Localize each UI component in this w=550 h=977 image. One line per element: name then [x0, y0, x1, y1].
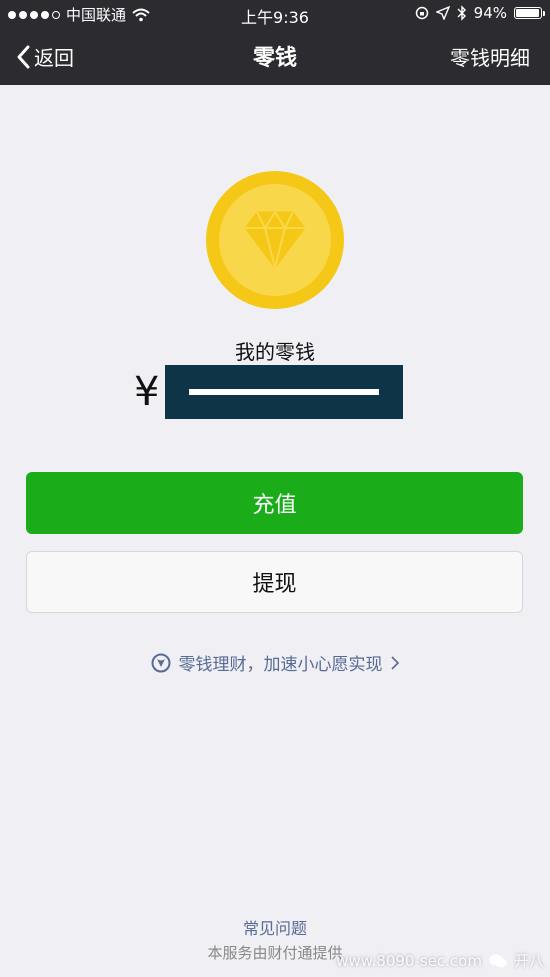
wealth-promo-link[interactable]: 零钱理财，加速小心愿实现 [0, 650, 550, 675]
wealth-icon [151, 653, 170, 672]
battery-percent: 94% [473, 4, 507, 22]
status-right: 94% [415, 4, 545, 22]
location-icon [435, 6, 450, 20]
orientation-lock-icon [415, 6, 428, 20]
bluetooth-icon [457, 5, 466, 21]
watermark-text: 开八 [513, 952, 544, 970]
redacted-amount [165, 365, 404, 419]
watermark: www.8090-sec.com 开八 [336, 950, 544, 971]
coin-icon [206, 171, 344, 309]
nav-bar: 返回 零钱 零钱明细 [0, 28, 550, 85]
faq-link[interactable]: 常见问题 [0, 915, 550, 939]
wechat-icon [488, 954, 507, 967]
promo-text: 零钱理财，加速小心愿实现 [178, 655, 383, 675]
chevron-right-icon [390, 655, 399, 670]
recharge-button[interactable]: 充值 [26, 472, 523, 534]
status-bar: 中国联通 上午9:36 94% [0, 0, 550, 28]
balance-caption: 我的零钱 [235, 340, 315, 364]
top-bar: 中国联通 上午9:36 94% 返回 零钱 零钱明细 [0, 0, 550, 85]
diamond-icon [244, 210, 306, 269]
withdraw-button[interactable]: 提现 [26, 551, 523, 613]
battery-icon [514, 7, 545, 19]
currency-symbol: ¥ [134, 369, 160, 415]
wallet-screen: 中国联通 上午9:36 94% 返回 零钱 零钱明细 我的零钱 ¥ 充值 提现 … [0, 0, 550, 977]
balance-detail-link[interactable]: 零钱明细 [450, 42, 530, 71]
balance-amount: ¥ [134, 365, 404, 419]
watermark-url: www.8090-sec.com [336, 951, 482, 970]
